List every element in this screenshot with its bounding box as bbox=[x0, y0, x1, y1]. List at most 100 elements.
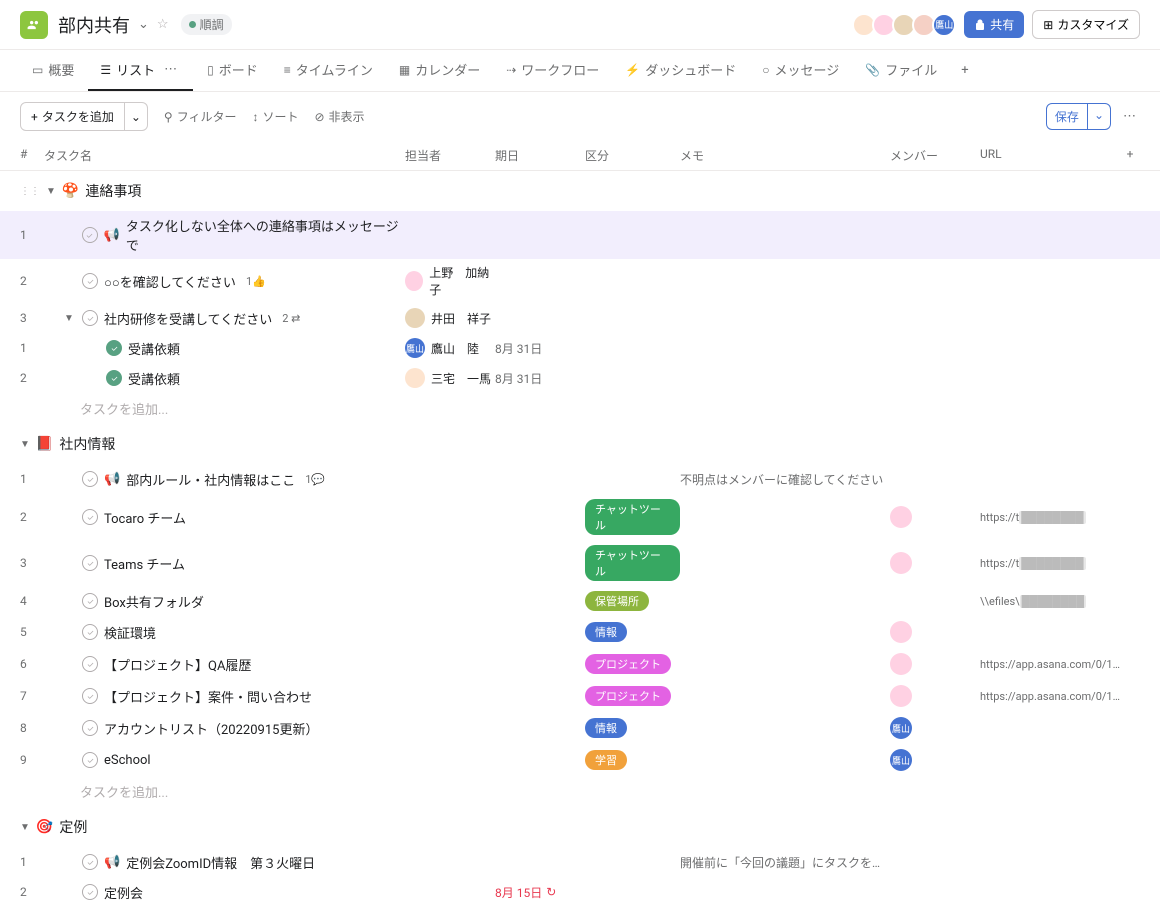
add-task-inline[interactable]: タスクを追加... bbox=[0, 393, 1160, 424]
project-dropdown-icon[interactable]: ⌄ bbox=[138, 17, 149, 32]
date-cell[interactable]: 8月 31日 bbox=[495, 370, 585, 387]
task-row[interactable]: 7 【プロジェクト】案件・問い合わせ プロジェクト https://app.as… bbox=[0, 680, 1160, 712]
complete-checkbox[interactable] bbox=[106, 340, 122, 356]
task-row[interactable]: 2 Tocaro チーム チャットツール https://t████████ bbox=[0, 494, 1160, 540]
task-row[interactable]: 5 検証環境 情報 bbox=[0, 616, 1160, 648]
assignee-cell[interactable]: 上野 加納子 bbox=[405, 264, 495, 298]
save-dropdown[interactable]: ⌄ bbox=[1088, 103, 1111, 130]
category-tag[interactable]: チャットツール bbox=[585, 545, 680, 581]
complete-checkbox[interactable] bbox=[82, 471, 98, 487]
member-cell[interactable] bbox=[890, 653, 980, 675]
add-task-dropdown[interactable]: ⌄ bbox=[125, 102, 148, 131]
col-header-name[interactable]: タスク名 bbox=[44, 147, 405, 164]
complete-checkbox[interactable] bbox=[82, 509, 98, 525]
date-cell[interactable]: 8月 15日↻ bbox=[495, 884, 585, 901]
category-tag[interactable]: 保管場所 bbox=[585, 591, 649, 611]
more-button[interactable]: ⋯ bbox=[1119, 105, 1140, 128]
complete-checkbox[interactable] bbox=[82, 688, 98, 704]
task-row[interactable]: 9 eSchool 学習 鷹山 bbox=[0, 744, 1160, 776]
complete-checkbox[interactable] bbox=[82, 752, 98, 768]
col-header-url[interactable]: URL bbox=[980, 147, 1120, 164]
complete-checkbox[interactable] bbox=[106, 370, 122, 386]
task-row[interactable]: 2 ○○を確認してください 1👍 上野 加納子 bbox=[0, 259, 1160, 303]
complete-checkbox[interactable] bbox=[82, 884, 98, 900]
section-header[interactable]: ▼ 📕 社内情報 bbox=[0, 424, 1160, 464]
category-tag[interactable]: 情報 bbox=[585, 622, 627, 642]
task-row[interactable]: 6 【プロジェクト】QA履歴 プロジェクト https://app.asana.… bbox=[0, 648, 1160, 680]
task-row[interactable]: 1 📢 タスク化しない全体への連絡事項はメッセージで bbox=[0, 211, 1160, 259]
tab-board[interactable]: ▯ボード bbox=[195, 50, 270, 91]
star-icon[interactable]: ☆ bbox=[157, 17, 169, 32]
sort-button[interactable]: ↕ソート bbox=[252, 108, 298, 125]
col-header-category[interactable]: 区分 bbox=[585, 147, 680, 164]
complete-checkbox[interactable] bbox=[82, 273, 98, 289]
memo-cell[interactable]: 開催前に「今回の議題」にタスクを置いてください bbox=[680, 854, 890, 871]
category-tag[interactable]: プロジェクト bbox=[585, 654, 671, 674]
section-header[interactable]: ▼ 🎯 定例 bbox=[0, 807, 1160, 847]
complete-checkbox[interactable] bbox=[82, 310, 98, 326]
col-header-member[interactable]: メンバー bbox=[890, 147, 980, 164]
url-cell[interactable]: https://t████████ bbox=[980, 511, 1120, 524]
category-tag[interactable]: チャットツール bbox=[585, 499, 680, 535]
customize-button[interactable]: ⊞ カスタマイズ bbox=[1032, 10, 1140, 39]
tab-add-button[interactable]: + bbox=[951, 53, 978, 88]
tab-workflow[interactable]: ⇢ワークフロー bbox=[494, 50, 611, 91]
complete-checkbox[interactable] bbox=[82, 624, 98, 640]
status-badge[interactable]: 順調 bbox=[181, 14, 232, 35]
task-row[interactable]: 1 受講依頼 鷹山鷹山 陸 8月 31日 bbox=[0, 333, 1160, 363]
complete-checkbox[interactable] bbox=[82, 854, 98, 870]
tab-calendar[interactable]: ▦カレンダー bbox=[387, 50, 492, 91]
save-button[interactable]: 保存 bbox=[1046, 103, 1088, 130]
assignee-cell[interactable]: 鷹山鷹山 陸 bbox=[405, 338, 495, 358]
memo-cell[interactable]: 不明点はメンバーに確認してください bbox=[680, 471, 890, 488]
section-header[interactable]: ⋮⋮ ▼ 🍄 連絡事項 bbox=[0, 171, 1160, 211]
chevron-down-icon[interactable]: ▼ bbox=[46, 186, 56, 197]
complete-checkbox[interactable] bbox=[82, 720, 98, 736]
complete-checkbox[interactable] bbox=[82, 227, 98, 243]
chevron-down-icon[interactable]: ▼ bbox=[64, 313, 76, 324]
tab-message[interactable]: ○メッセージ bbox=[750, 50, 851, 91]
member-cell[interactable] bbox=[890, 552, 980, 574]
col-header-date[interactable]: 期日 bbox=[495, 147, 585, 164]
member-cell[interactable]: 鷹山 bbox=[890, 749, 980, 771]
category-tag[interactable]: 学習 bbox=[585, 750, 627, 770]
chevron-down-icon[interactable]: ▼ bbox=[20, 822, 30, 833]
date-cell[interactable]: 8月 31日 bbox=[495, 340, 585, 357]
hide-button[interactable]: ⊘非表示 bbox=[314, 108, 364, 125]
url-cell[interactable]: https://app.asana.com/0/12... bbox=[980, 690, 1120, 703]
task-row[interactable]: 4 Box共有フォルダ 保管場所 \\efiles\████████ bbox=[0, 586, 1160, 616]
member-cell[interactable] bbox=[890, 685, 980, 707]
task-row[interactable]: 1 📢 部内ルール・社内情報はここ 1💬 不明点はメンバーに確認してください bbox=[0, 464, 1160, 494]
tab-list[interactable]: ☰リスト⋯ bbox=[88, 50, 193, 91]
assignee-cell[interactable]: 井田 祥子 bbox=[405, 308, 495, 328]
avatar-stack[interactable]: 鷹山 bbox=[856, 13, 956, 37]
assignee-cell[interactable]: 三宅 一馬 bbox=[405, 368, 495, 388]
member-cell[interactable] bbox=[890, 621, 980, 643]
url-cell[interactable]: https://t████████ bbox=[980, 557, 1120, 570]
task-row[interactable]: 3 ▼ 社内研修を受講してください 2 ⇄ 井田 祥子 bbox=[0, 303, 1160, 333]
task-row[interactable]: 2 定例会 8月 15日↻ bbox=[0, 877, 1160, 907]
tab-overview[interactable]: ▭概要 bbox=[20, 50, 86, 91]
member-cell[interactable]: 鷹山 bbox=[890, 717, 980, 739]
filter-button[interactable]: ⚲フィルター bbox=[164, 108, 237, 125]
tab-more-icon[interactable]: ⋯ bbox=[160, 62, 181, 77]
drag-handle-icon[interactable]: ⋮⋮ bbox=[20, 186, 40, 197]
category-tag[interactable]: プロジェクト bbox=[585, 686, 671, 706]
tab-timeline[interactable]: ≡タイムライン bbox=[272, 50, 385, 91]
col-header-assignee[interactable]: 担当者 bbox=[405, 147, 495, 164]
add-task-button[interactable]: + タスクを追加 bbox=[20, 102, 125, 131]
share-button[interactable]: 共有 bbox=[964, 11, 1024, 38]
tab-dashboard[interactable]: ⚡ダッシュボード bbox=[613, 50, 748, 91]
task-row[interactable]: 3 Teams チーム チャットツール https://t████████ bbox=[0, 540, 1160, 586]
url-cell[interactable]: https://app.asana.com/0/12... bbox=[980, 658, 1120, 671]
chevron-down-icon[interactable]: ▼ bbox=[20, 439, 30, 450]
tab-file[interactable]: 📎ファイル bbox=[853, 50, 949, 91]
task-row[interactable]: 2 受講依頼 三宅 一馬 8月 31日 bbox=[0, 363, 1160, 393]
complete-checkbox[interactable] bbox=[82, 593, 98, 609]
col-header-memo[interactable]: メモ bbox=[680, 147, 890, 164]
col-add-button[interactable]: + bbox=[1120, 147, 1140, 164]
task-row[interactable]: 1 📢 定例会ZoomID情報 第３火曜日 開催前に「今回の議題」にタスクを置い… bbox=[0, 847, 1160, 877]
member-cell[interactable] bbox=[890, 506, 980, 528]
category-tag[interactable]: 情報 bbox=[585, 718, 627, 738]
task-row[interactable]: 8 アカウントリスト（20220915更新） 情報 鷹山 bbox=[0, 712, 1160, 744]
